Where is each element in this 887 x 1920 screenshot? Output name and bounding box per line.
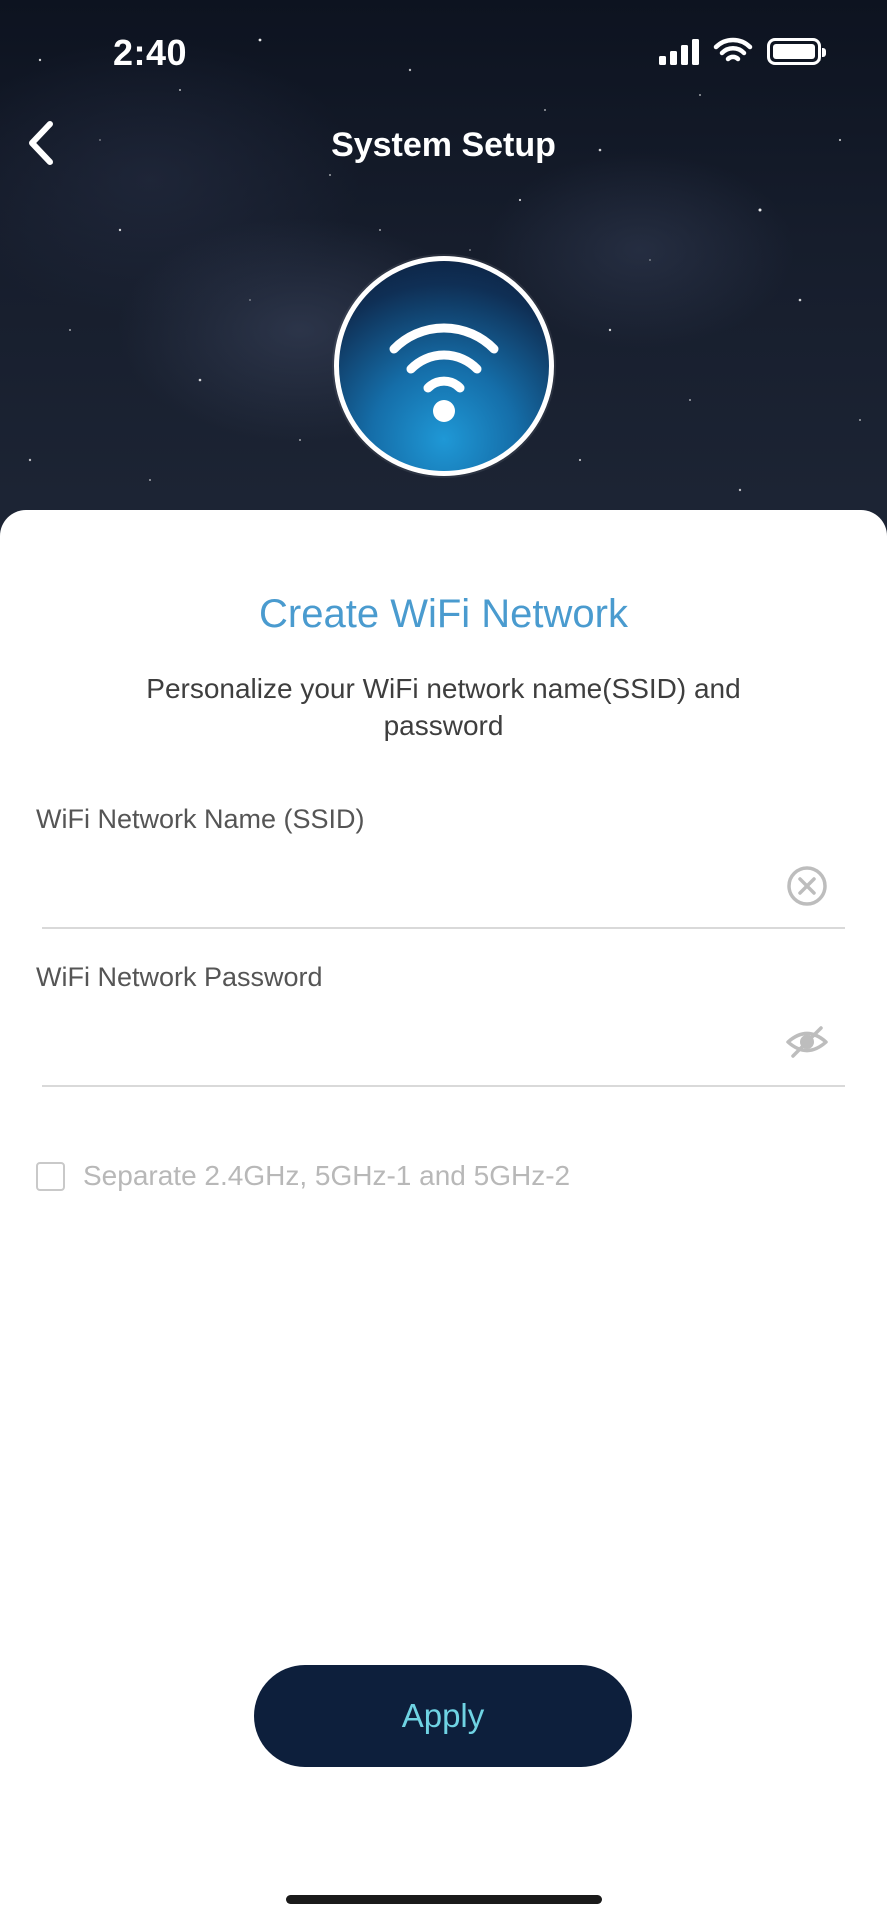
password-label: WiFi Network Password bbox=[36, 962, 323, 992]
eye-off-icon[interactable] bbox=[785, 1020, 829, 1064]
home-indicator bbox=[286, 1895, 602, 1904]
password-input[interactable] bbox=[42, 1012, 812, 1072]
form-subtitle: Personalize your WiFi network name(SSID)… bbox=[146, 673, 741, 741]
wifi-badge bbox=[334, 256, 554, 476]
clear-circle-icon[interactable] bbox=[785, 864, 829, 908]
form-title: Create WiFi Network bbox=[259, 592, 628, 636]
setup-card: Create WiFi Network Personalize your WiF… bbox=[0, 510, 887, 1920]
ssid-label: WiFi Network Name (SSID) bbox=[36, 804, 365, 834]
wifi-badge-icon bbox=[389, 323, 499, 422]
ssid-input[interactable] bbox=[42, 855, 812, 915]
starry-header-background: 2:40 System Setup bbox=[0, 0, 887, 540]
ssid-underline bbox=[42, 927, 845, 929]
separate-bands-label: Separate 2.4GHz, 5GHz-1 and 5GHz-2 bbox=[83, 1160, 571, 1191]
wifi-icon bbox=[713, 37, 753, 62]
page-title: System Setup bbox=[331, 126, 556, 164]
password-underline bbox=[42, 1085, 845, 1087]
cellular-signal-icon bbox=[659, 37, 699, 65]
separate-bands-checkbox[interactable] bbox=[36, 1161, 65, 1191]
status-time: 2:40 bbox=[113, 32, 188, 73]
battery-icon bbox=[767, 37, 826, 65]
separate-bands-option[interactable]: Separate 2.4GHz, 5GHz-1 and 5GHz-2 bbox=[36, 1160, 570, 1192]
apply-button[interactable]: Apply bbox=[254, 1665, 632, 1767]
system-setup-screen: 2:40 System Setup Create WiFi Network Pe… bbox=[0, 0, 887, 1920]
status-icons bbox=[659, 36, 826, 66]
